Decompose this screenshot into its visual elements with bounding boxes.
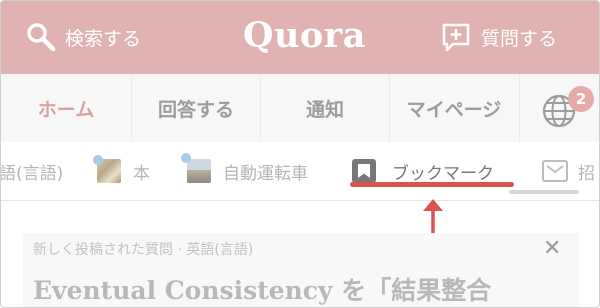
nav-notifications[interactable]: 通知 bbox=[261, 74, 389, 142]
question-title[interactable]: Eventual Consistency を「結果整合 bbox=[33, 271, 573, 307]
nav-home[interactable]: ホーム bbox=[1, 74, 131, 142]
topic-label: 自動運転車 bbox=[223, 163, 308, 184]
quora-logo[interactable]: Quora bbox=[243, 15, 366, 56]
close-icon[interactable]: ✕ bbox=[543, 236, 561, 261]
new-dot bbox=[93, 155, 103, 165]
search-button[interactable]: 検索する bbox=[25, 21, 141, 53]
active-topic-underline bbox=[350, 182, 514, 187]
add-question-icon bbox=[442, 23, 470, 52]
topic-label: 本 bbox=[133, 163, 150, 184]
question-card[interactable]: 新しく投稿された質問 · 英語(言語) ✕ Eventual Consisten… bbox=[23, 233, 579, 307]
main-nav: ホーム 回答する 通知 マイページ bbox=[1, 74, 599, 143]
car-thumbnail bbox=[181, 153, 211, 183]
nav-answer[interactable]: 回答する bbox=[132, 74, 260, 142]
notification-badge: 2 bbox=[568, 86, 594, 112]
search-label: 検索する bbox=[65, 27, 142, 50]
pointer-arrow-icon bbox=[423, 199, 443, 235]
books-thumbnail bbox=[93, 155, 121, 183]
topic-label: 招 bbox=[578, 163, 595, 184]
mail-icon bbox=[542, 160, 568, 182]
search-icon bbox=[27, 23, 56, 52]
nav-divider bbox=[519, 74, 520, 142]
new-dot bbox=[181, 153, 191, 163]
topic-label: 語(言語) bbox=[1, 163, 64, 184]
ask-question-label: 質問する bbox=[481, 27, 558, 50]
topic-self-driving-cars[interactable]: 自動運転車 bbox=[181, 142, 308, 200]
nav-my-page[interactable]: マイページ bbox=[390, 74, 518, 142]
card-meta: 新しく投稿された質問 · 英語(言語) bbox=[33, 242, 254, 258]
top-header: 検索する Quora 質問する bbox=[1, 1, 599, 74]
topic-bookmarks[interactable]: ブックマーク bbox=[352, 142, 494, 200]
topic-label: ブックマーク bbox=[392, 163, 494, 184]
topic-books[interactable]: 本 bbox=[93, 142, 150, 200]
topic-language[interactable]: 語(言語) bbox=[1, 142, 63, 200]
bookmark-icon bbox=[352, 159, 376, 183]
app-frame: 検索する Quora 質問する ホーム 回答する 通知 マイページ 2 語(言語… bbox=[0, 0, 600, 308]
ask-question-button[interactable]: 質問する bbox=[441, 21, 557, 53]
topic-scrollbar[interactable] bbox=[509, 190, 579, 194]
